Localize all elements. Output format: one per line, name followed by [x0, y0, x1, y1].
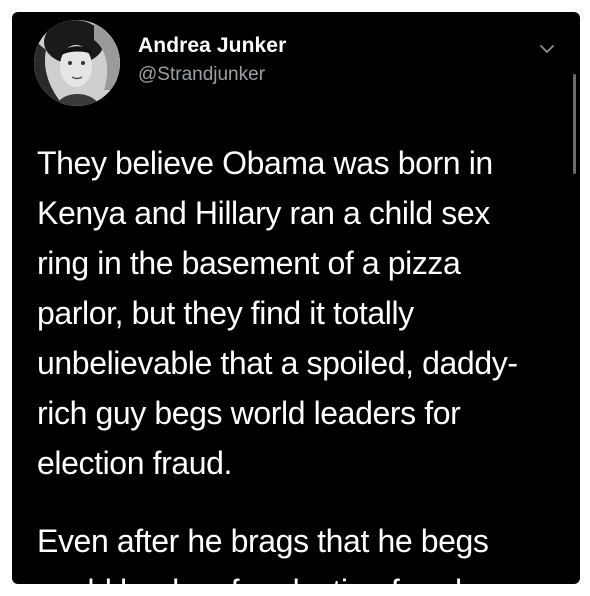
chevron-down-icon[interactable] [534, 38, 560, 60]
tweet-text-line: ring in the basement of a pizza [37, 245, 461, 281]
tweet-text: They believe Obama was born in Kenya and… [37, 138, 567, 488]
tweet-text-line: unbelievable that a spoiled, daddy- [37, 345, 518, 381]
tweet-text-continued: Even after he brags that he begs world l… [37, 516, 489, 584]
tweet-card: Andrea Junker @Strandjunker They believe… [12, 12, 580, 584]
tweet-text-line: world leaders for election fraud. [37, 566, 489, 584]
tweet-text-line: election fraud. [37, 445, 233, 481]
display-name[interactable]: Andrea Junker [138, 34, 286, 58]
avatar[interactable] [34, 20, 120, 106]
scrollbar[interactable] [573, 74, 576, 174]
tweet-text-line: They believe Obama was born in [37, 145, 493, 181]
profile-photo-icon [34, 20, 120, 106]
tweet-text-line: Kenya and Hillary ran a child sex [37, 195, 490, 231]
tweet-text-line: rich guy begs world leaders for [37, 395, 461, 431]
tweet-text-line: parlor, but they find it totally [37, 295, 414, 331]
tweet-text-line: Even after he brags that he begs [37, 523, 489, 559]
user-handle[interactable]: @Strandjunker [138, 64, 265, 86]
